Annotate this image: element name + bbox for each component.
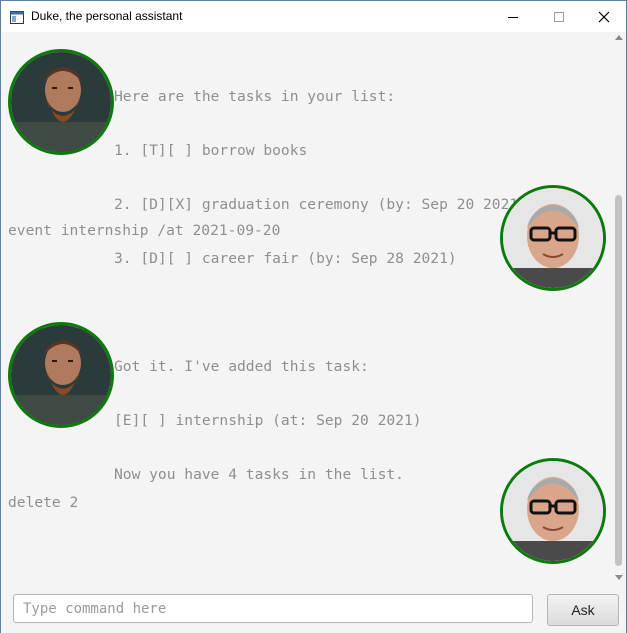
user-message-1: event internship /at 2021-09-20 (8, 186, 280, 276)
app-window: Duke, the personal assistant Here are th… (0, 0, 627, 633)
bearded-man-avatar-icon (11, 52, 111, 152)
user-avatar (500, 458, 606, 564)
message-line: event internship /at 2021-09-20 (8, 222, 281, 239)
man-with-glasses-avatar-icon (503, 188, 603, 288)
scroll-up-arrow-icon[interactable] (615, 35, 623, 40)
user-message-2: delete 2 (8, 458, 78, 548)
vertical-scrollbar[interactable] (613, 32, 625, 583)
app-icon (10, 9, 24, 24)
maximize-button[interactable] (536, 1, 582, 32)
bearded-man-avatar-icon (11, 325, 111, 425)
command-input[interactable] (13, 594, 533, 623)
message-line: Got it. I've added this task: (114, 358, 369, 375)
man-with-glasses-avatar-icon (503, 461, 603, 561)
message-line: 1. [T][ ] borrow books (114, 142, 308, 159)
message-line: Here are the tasks in your list: (114, 88, 396, 105)
window-title: Duke, the personal assistant (31, 9, 183, 23)
maximize-icon (554, 11, 564, 22)
user-avatar (500, 185, 606, 291)
title-bar[interactable]: Duke, the personal assistant (1, 1, 626, 32)
scroll-down-arrow-icon[interactable] (615, 575, 623, 580)
input-bar: Ask (1, 583, 626, 633)
scrollbar-thumb[interactable] (615, 195, 622, 566)
dialog-scroll-pane[interactable]: Here are the tasks in your list: 1. [T][… (1, 32, 626, 583)
duke-avatar (8, 322, 114, 428)
close-icon (598, 11, 610, 22)
message-line: Now you have 4 tasks in the list. (114, 466, 404, 483)
ask-button[interactable]: Ask (547, 594, 619, 626)
close-button[interactable] (581, 1, 627, 32)
minimize-icon (508, 16, 518, 18)
minimize-button[interactable] (490, 1, 536, 32)
message-line: delete 2 (8, 494, 79, 511)
duke-avatar (8, 49, 114, 155)
duke-message-2: Got it. I've added this task: [E][ ] int… (114, 322, 422, 520)
message-line: [E][ ] internship (at: Sep 20 2021) (114, 412, 422, 429)
